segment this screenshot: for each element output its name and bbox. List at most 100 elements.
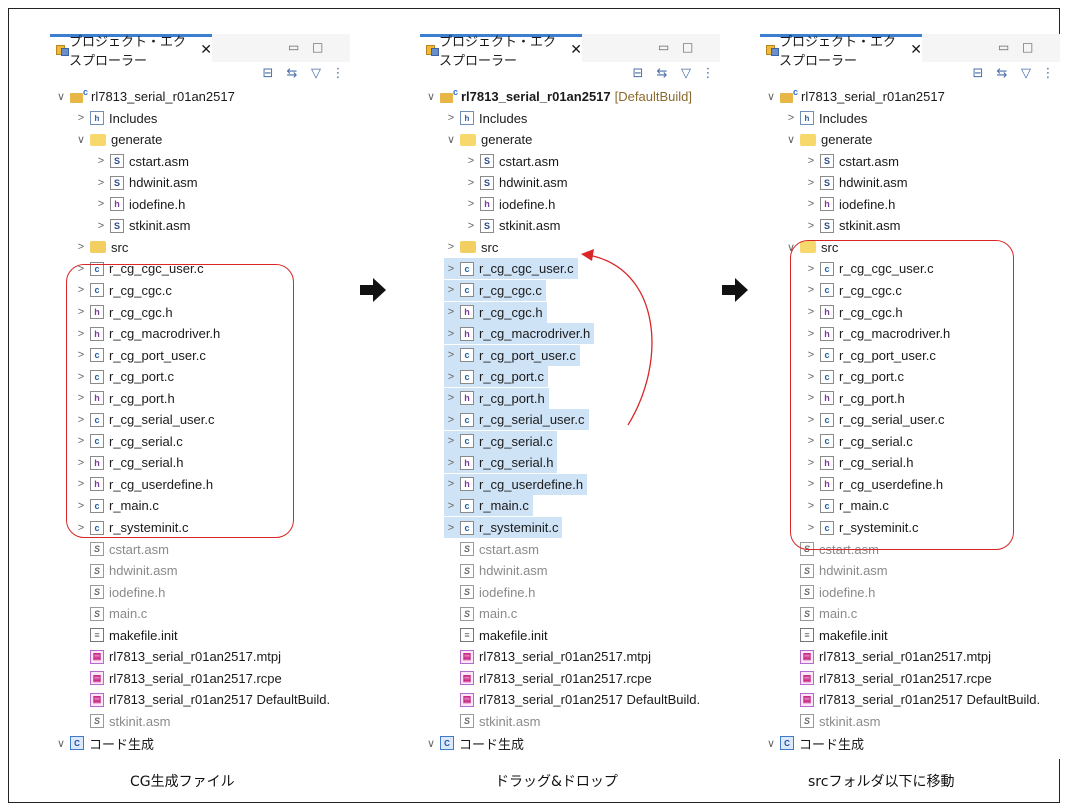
collapse-arrow-icon[interactable]: > <box>444 241 458 253</box>
collapse-arrow-icon[interactable]: > <box>444 306 458 318</box>
collapse-arrow-icon[interactable]: > <box>464 220 478 232</box>
collapse-arrow-icon[interactable]: > <box>464 198 478 210</box>
tree-item[interactable]: > h r_cg_port.h <box>444 387 549 409</box>
view-menu-icon[interactable]: ⋮ <box>330 66 346 82</box>
tree-item[interactable]: > h Includes <box>444 108 528 129</box>
tree-item[interactable]: ▤ rl7813_serial_r01an2517.mtpj <box>74 646 281 667</box>
view-menu-icon[interactable]: ⋮ <box>1040 66 1056 82</box>
tree-item[interactable]: ▤ rl7813_serial_r01an2517 DefaultBuild. <box>74 689 330 710</box>
tree-item[interactable]: Shdwinit.asm <box>74 560 178 581</box>
expand-arrow-icon[interactable]: ∨ <box>424 90 438 103</box>
tree-item[interactable]: ▤ rl7813_serial_r01an2517.rcpe <box>784 668 992 689</box>
tree-item[interactable]: > h Includes <box>784 108 868 129</box>
tree-item[interactable]: > c r_cg_cgc.c <box>444 279 546 301</box>
collapse-all-icon[interactable]: ⊟ <box>630 66 646 82</box>
collapse-arrow-icon[interactable]: > <box>444 392 458 404</box>
expand-arrow-icon[interactable]: ∨ <box>54 737 68 750</box>
filter-icon[interactable]: ▽ <box>678 66 694 82</box>
collapse-arrow-icon[interactable]: > <box>94 220 108 232</box>
filter-icon[interactable]: ▽ <box>308 66 324 82</box>
filter-icon[interactable]: ▽ <box>1018 66 1034 82</box>
tree-item[interactable]: Scstart.asm <box>444 539 539 560</box>
tree-item[interactable]: > Shdwinit.asm <box>464 172 568 193</box>
collapse-arrow-icon[interactable]: > <box>444 349 458 361</box>
tree-item[interactable]: Siodefine.h <box>444 582 535 603</box>
view-menu-icon[interactable]: ⋮ <box>700 66 716 82</box>
tab-project-explorer[interactable]: プロジェクト・エクスプローラー ✕ <box>760 34 922 69</box>
tab-project-explorer[interactable]: プロジェクト・エクスプローラー ✕ <box>50 34 212 69</box>
tree-item[interactable]: > Sstkinit.asm <box>804 215 901 236</box>
collapse-arrow-icon[interactable]: > <box>444 284 458 296</box>
collapse-arrow-icon[interactable]: > <box>444 328 458 340</box>
collapse-arrow-icon[interactable]: > <box>804 177 818 189</box>
tree-item[interactable]: ∨ C コード生成 <box>54 733 154 754</box>
expand-arrow-icon[interactable]: ∨ <box>444 133 458 146</box>
minimize-icon[interactable]: ▭ <box>998 40 1009 54</box>
tree-item[interactable]: > c r_systeminit.c <box>444 517 563 538</box>
tree-item[interactable]: ≡ makefile.init <box>74 625 178 646</box>
tree-item[interactable]: > h Includes <box>74 108 158 129</box>
tree-item[interactable]: > h iodefine.h <box>464 194 556 215</box>
tree-item[interactable]: > Shdwinit.asm <box>94 172 198 193</box>
collapse-arrow-icon[interactable]: > <box>804 198 818 210</box>
collapse-arrow-icon[interactable]: > <box>464 155 478 167</box>
tree-item[interactable]: ▤ rl7813_serial_r01an2517.rcpe <box>444 668 652 689</box>
maximize-icon[interactable]: □ <box>312 40 323 54</box>
close-icon[interactable]: ✕ <box>570 42 582 58</box>
tree-item[interactable]: > h r_cg_userdefine.h <box>444 473 588 495</box>
expand-arrow-icon[interactable]: ∨ <box>74 133 88 146</box>
tree-item[interactable]: > c r_cg_cgc_user.c <box>444 258 578 280</box>
tree-item[interactable]: Smain.c <box>784 603 857 624</box>
collapse-arrow-icon[interactable]: > <box>444 500 458 512</box>
expand-arrow-icon[interactable]: ∨ <box>54 90 68 103</box>
tree-item[interactable]: ∨ generate <box>784 129 872 150</box>
tree-item[interactable]: > Sstkinit.asm <box>94 215 191 236</box>
link-editor-icon[interactable]: ⇆ <box>994 66 1010 82</box>
tree-item[interactable]: Shdwinit.asm <box>444 560 548 581</box>
collapse-arrow-icon[interactable]: > <box>784 112 798 124</box>
tab-project-explorer[interactable]: プロジェクト・エクスプローラー ✕ <box>420 34 582 69</box>
close-icon[interactable]: ✕ <box>910 42 922 58</box>
tree-item[interactable]: > Sstkinit.asm <box>464 215 561 236</box>
tree-item[interactable]: ∨ rl7813_serial_r01an2517 <box>764 86 945 107</box>
link-editor-icon[interactable]: ⇆ <box>654 66 670 82</box>
collapse-arrow-icon[interactable]: > <box>94 155 108 167</box>
tree-item[interactable]: ≡ makefile.init <box>784 625 888 646</box>
collapse-arrow-icon[interactable]: > <box>464 177 478 189</box>
tree-item[interactable]: Smain.c <box>444 603 517 624</box>
link-editor-icon[interactable]: ⇆ <box>284 66 300 82</box>
collapse-arrow-icon[interactable]: > <box>444 112 458 124</box>
collapse-arrow-icon[interactable]: > <box>444 414 458 426</box>
tree-item[interactable]: > c r_cg_serial_user.c <box>444 409 589 431</box>
tree-item[interactable]: ∨ rl7813_serial_r01an2517 <box>54 86 235 107</box>
expand-arrow-icon[interactable]: ∨ <box>764 90 778 103</box>
tree-item[interactable]: ▤ rl7813_serial_r01an2517 DefaultBuild. <box>444 689 700 710</box>
collapse-all-icon[interactable]: ⊟ <box>970 66 986 82</box>
tree-item[interactable]: > Scstart.asm <box>464 151 559 172</box>
tree-item[interactable]: Scstart.asm <box>74 539 169 560</box>
tree-item[interactable]: Sstkinit.asm <box>444 711 540 732</box>
tree-item[interactable]: Smain.c <box>74 603 147 624</box>
collapse-arrow-icon[interactable]: > <box>444 457 458 469</box>
tree-item[interactable]: Sstkinit.asm <box>74 711 170 732</box>
tree-item[interactable]: > c r_cg_port.c <box>444 366 549 388</box>
collapse-arrow-icon[interactable]: > <box>444 263 458 275</box>
collapse-arrow-icon[interactable]: > <box>804 155 818 167</box>
tree-item[interactable]: > src <box>444 237 499 258</box>
collapse-arrow-icon[interactable]: > <box>804 220 818 232</box>
minimize-icon[interactable]: ▭ <box>658 40 669 54</box>
expand-arrow-icon[interactable]: ∨ <box>784 133 798 146</box>
tree-item[interactable]: ∨ generate <box>74 129 162 150</box>
tree-item[interactable]: > h r_cg_cgc.h <box>444 301 547 323</box>
tree-item[interactable]: ∨ rl7813_serial_r01an2517[DefaultBuild] <box>424 86 692 107</box>
tree-item[interactable]: > h r_cg_macrodriver.h <box>444 323 595 345</box>
tree-item[interactable]: Siodefine.h <box>74 582 165 603</box>
tree-item[interactable]: Shdwinit.asm <box>784 560 888 581</box>
collapse-arrow-icon[interactable]: > <box>94 198 108 210</box>
tree-item[interactable]: ∨ C コード生成 <box>424 733 524 754</box>
tree-item[interactable]: > c r_cg_port_user.c <box>444 344 580 366</box>
expand-arrow-icon[interactable]: ∨ <box>764 737 778 750</box>
collapse-arrow-icon[interactable]: > <box>444 371 458 383</box>
expand-arrow-icon[interactable]: ∨ <box>424 737 438 750</box>
tree-item[interactable]: > c r_cg_serial.c <box>444 430 557 452</box>
